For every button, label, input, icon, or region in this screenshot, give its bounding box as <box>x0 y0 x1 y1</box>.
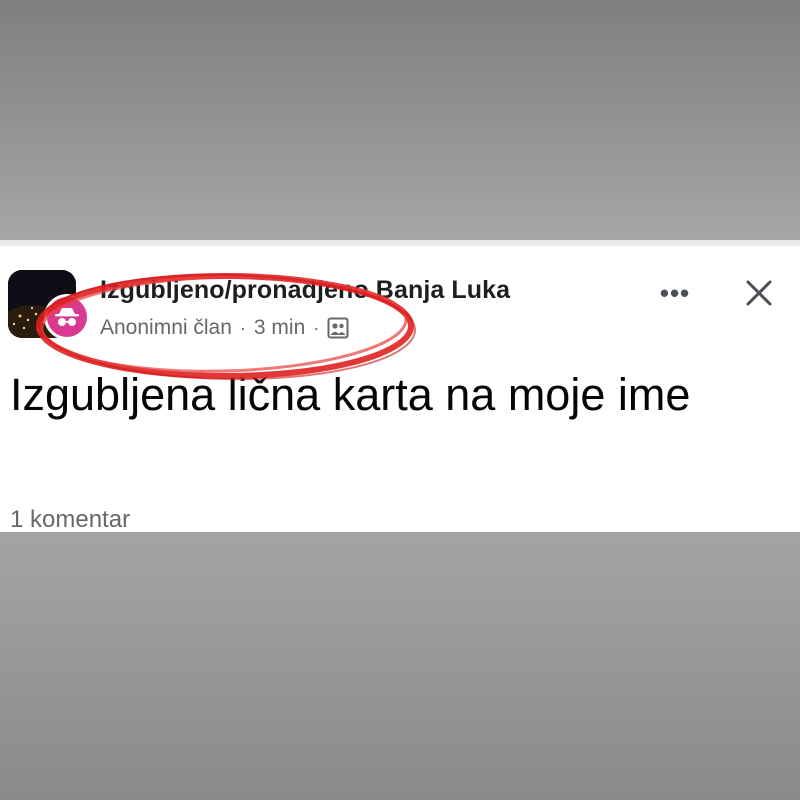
group-name-link[interactable]: Izgubljeno/pronadjeno Banja Luka <box>100 276 510 305</box>
close-icon <box>746 280 772 306</box>
more-options-button[interactable]: ••• <box>652 276 698 310</box>
post-text: Izgubljena lična karta na moje ime <box>10 369 691 420</box>
author-name[interactable]: Anonimni član <box>100 316 232 340</box>
post-meta: Anonimni član · 3 min · <box>100 316 349 340</box>
post-timestamp[interactable]: 3 min <box>254 316 305 340</box>
background-top <box>0 0 800 240</box>
meta-separator: · <box>239 317 246 338</box>
comments-count-link[interactable]: 1 komentar <box>10 506 130 534</box>
group-audience-icon <box>327 317 349 339</box>
anonymous-avatar[interactable] <box>44 294 90 340</box>
more-dots-icon: ••• <box>659 277 691 308</box>
close-button[interactable] <box>738 272 780 314</box>
post-card: Izgubljeno/pronadjeno Banja Luka Anonimn… <box>0 240 800 534</box>
background-bottom <box>0 532 800 800</box>
incognito-icon <box>47 297 87 337</box>
meta-separator: · <box>313 317 320 338</box>
